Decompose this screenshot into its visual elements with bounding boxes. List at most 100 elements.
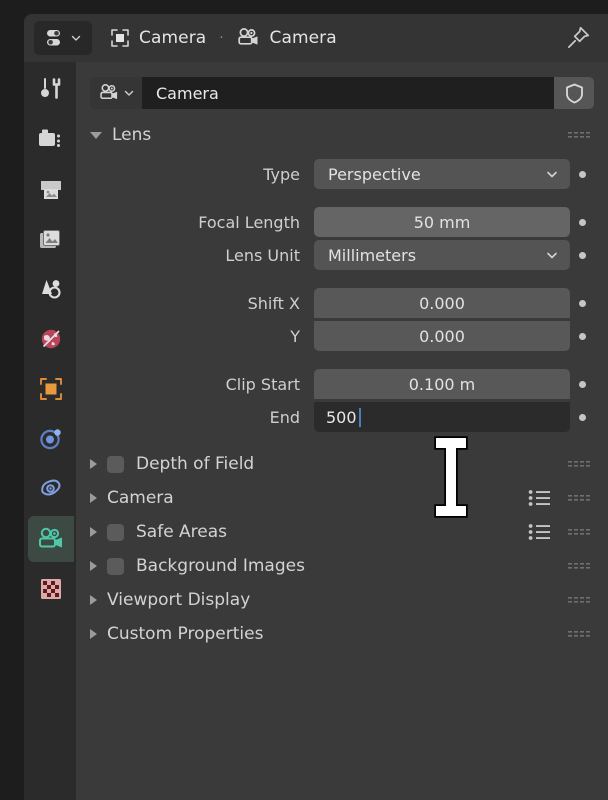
focal-length-value: 50 mm <box>413 212 471 232</box>
shift-x-value: 0.000 <box>419 293 465 313</box>
decorator-dot-icon <box>578 413 586 421</box>
label-clip-start: Clip Start <box>225 374 300 394</box>
presets-list-icon[interactable] <box>528 522 552 542</box>
type-value: Perspective <box>328 164 421 184</box>
decorator-dot-icon <box>578 218 586 226</box>
datablock-browse-button[interactable] <box>90 77 142 109</box>
panel-grip-icon[interactable] <box>568 593 594 607</box>
sidebar-item-tool[interactable] <box>28 66 74 112</box>
panel-header-depth-of-field[interactable]: Depth of Field <box>76 447 608 481</box>
shift-y-field[interactable]: 0.000 <box>314 321 570 351</box>
type-dropdown[interactable]: Perspective <box>314 159 570 189</box>
decorator-dot-icon <box>578 251 586 259</box>
object-square-icon <box>40 378 62 400</box>
breadcrumb-item-object[interactable]: Camera <box>139 28 206 48</box>
render-icon <box>39 129 60 147</box>
chevron-right-icon <box>90 527 97 537</box>
datablock-row: Camera <box>90 76 594 110</box>
panel-title-depth-of-field: Depth of Field <box>136 454 255 474</box>
sidebar-item-render[interactable] <box>28 116 74 162</box>
property-row-shift-y: Y 0.000 <box>76 320 608 352</box>
breadcrumb: Camera · Camera <box>110 27 337 49</box>
panel-header-background-images[interactable]: Background Images <box>76 549 608 583</box>
label-focal-length: Focal Length <box>198 212 300 232</box>
text-caret <box>358 407 361 427</box>
shift-x-field[interactable]: 0.000 <box>314 288 570 318</box>
camera-data-icon <box>238 28 258 45</box>
tool-icon <box>41 78 61 99</box>
panel-title-lens: Lens <box>112 125 152 145</box>
animate-decorator-type[interactable] <box>570 170 594 178</box>
panel-grip-icon[interactable] <box>568 457 594 471</box>
editor-header: Camera · Camera <box>24 14 608 62</box>
animate-decorator-shift-x[interactable] <box>570 299 594 307</box>
property-row-focal-length: Focal Length 50 mm <box>76 206 608 238</box>
property-row-clip-end: End 500 <box>76 401 608 433</box>
lens-unit-dropdown[interactable]: Millimeters <box>314 240 570 270</box>
constraint-icon <box>41 479 61 496</box>
sidebar-item-view-layer[interactable] <box>28 216 74 262</box>
panel-header-safe-areas[interactable]: Safe Areas <box>76 515 608 549</box>
presets-list-icon[interactable] <box>528 488 552 508</box>
decorator-dot-icon <box>578 299 586 307</box>
sidebar-item-texture[interactable] <box>28 566 74 612</box>
sidebar-item-output[interactable] <box>28 166 74 212</box>
panel-header-custom-properties[interactable]: Custom Properties <box>76 617 608 651</box>
properties-tab-column <box>24 62 76 800</box>
chevron-right-icon <box>90 629 97 639</box>
label-type: Type <box>263 164 300 184</box>
panel-grip-icon[interactable] <box>568 525 594 539</box>
clip-end-value: 500 <box>326 407 357 427</box>
decorator-dot-icon <box>578 380 586 388</box>
sidebar-item-object[interactable] <box>28 366 74 412</box>
panel-header-lens[interactable]: Lens <box>76 118 608 152</box>
chevron-down-icon <box>71 35 80 41</box>
blender-properties-editor: Camera · Camera Camera Lens Type Perspec… <box>0 0 608 800</box>
focal-length-slider[interactable]: 50 mm <box>314 207 570 237</box>
sidebar-item-scene[interactable] <box>28 266 74 312</box>
breadcrumb-item-camera-data[interactable]: Camera <box>269 28 336 48</box>
panel-title-custom-properties: Custom Properties <box>107 624 264 644</box>
panel-grip-icon[interactable] <box>568 627 594 641</box>
animate-decorator-clip-start[interactable] <box>570 380 594 388</box>
chevron-down-icon <box>547 252 557 259</box>
chevron-down-icon <box>547 171 557 178</box>
animate-decorator-shift-y[interactable] <box>570 332 594 340</box>
clip-start-value: 0.100 m <box>408 374 476 394</box>
camera-properties-panel: Camera Lens Type Perspective Focal Lengt… <box>76 62 608 800</box>
physics-orbit-icon <box>40 429 61 450</box>
animate-decorator-clip-end[interactable] <box>570 413 594 421</box>
depth-of-field-checkbox[interactable] <box>107 455 124 473</box>
clip-start-field[interactable]: 0.100 m <box>314 369 570 399</box>
clip-end-input[interactable]: 500 <box>314 402 570 432</box>
safe-areas-checkbox[interactable] <box>107 523 124 541</box>
sidebar-item-world[interactable] <box>28 316 74 362</box>
animate-decorator-focal-length[interactable] <box>570 218 594 226</box>
shift-y-value: 0.000 <box>419 326 465 346</box>
chevron-right-icon <box>90 493 97 503</box>
datablock-name-field[interactable]: Camera <box>142 77 554 109</box>
panel-grip-icon[interactable] <box>568 128 594 142</box>
label-shift-x: Shift X <box>247 293 300 313</box>
object-data-icon <box>111 29 129 47</box>
sidebar-item-modifiers[interactable] <box>28 416 74 462</box>
fake-user-button[interactable] <box>554 77 594 109</box>
chevron-right-icon <box>90 459 97 469</box>
panel-header-viewport-display[interactable]: Viewport Display <box>76 583 608 617</box>
sidebar-item-object-data-camera[interactable] <box>28 516 74 562</box>
animate-decorator-lens-unit[interactable] <box>570 251 594 259</box>
lens-unit-value: Millimeters <box>328 245 417 265</box>
panel-grip-icon[interactable] <box>568 559 594 573</box>
sidebar-item-object-constraints[interactable] <box>28 466 74 512</box>
chevron-right-icon <box>90 595 97 605</box>
pin-icon[interactable] <box>564 24 592 52</box>
editor-type-dropdown[interactable] <box>34 21 92 55</box>
output-printer-icon <box>41 181 61 199</box>
view-layer-icon <box>40 230 60 248</box>
panel-grip-icon[interactable] <box>568 491 594 505</box>
property-row-lens-unit: Lens Unit Millimeters <box>76 239 608 271</box>
panel-header-camera[interactable]: Camera <box>76 481 608 515</box>
panel-title-camera: Camera <box>107 488 174 508</box>
background-images-checkbox[interactable] <box>107 557 124 575</box>
scene-icon <box>42 280 61 299</box>
